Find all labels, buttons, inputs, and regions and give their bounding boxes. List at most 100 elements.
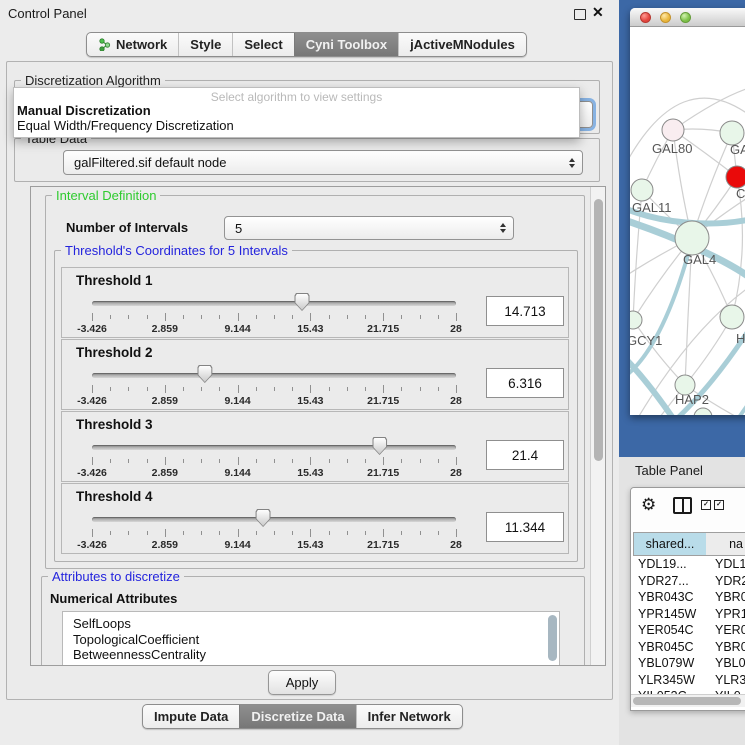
horizontal-scrollbar-thumb[interactable]	[633, 697, 741, 705]
network-canvas[interactable]: GAL80GACGAL11GAL4GCY1HHAP2	[630, 27, 745, 415]
network-node[interactable]	[694, 408, 712, 415]
list-item[interactable]: SelfLoops	[63, 612, 559, 632]
table-row[interactable]: YPR145WYPR1	[631, 606, 745, 623]
cell-shared-name: YBR043C	[631, 589, 711, 606]
close-traffic-light-icon[interactable]	[640, 12, 651, 23]
tab-impute-data[interactable]: Impute Data	[143, 705, 239, 728]
minimize-traffic-light-icon[interactable]	[660, 12, 671, 23]
number-of-intervals-combobox[interactable]: 5	[224, 216, 514, 240]
table-row[interactable]: YBL079WYBL0	[631, 655, 745, 672]
table-row[interactable]: YER054CYER0	[631, 622, 745, 639]
slider-tick-label: 9.144	[224, 467, 250, 479]
tab-infer-network[interactable]: Infer Network	[356, 705, 462, 728]
tab-discretize-data[interactable]: Discretize Data	[239, 705, 355, 728]
group-title: Threshold's Coordinates for 5 Intervals	[61, 243, 292, 258]
numerical-attributes-label: Numerical Attributes	[50, 591, 177, 606]
tab-select[interactable]: Select	[232, 33, 293, 56]
threshold-slider[interactable]: -3.4262.8599.14415.4321.71528	[92, 436, 456, 482]
tab-jactivemnodules[interactable]: jActiveMNodules	[398, 33, 526, 56]
gear-icon[interactable]: ⚙	[641, 496, 656, 514]
checkbox-icon[interactable]: ✓	[714, 500, 724, 510]
threshold-value-input[interactable]: 21.4	[486, 440, 564, 470]
column-header-shared-name[interactable]: shared...	[633, 532, 707, 556]
slider-thumb[interactable]	[295, 293, 310, 311]
table-row[interactable]: YBR045CYBR0	[631, 639, 745, 656]
numerical-attributes-list[interactable]: SelfLoopsTopologicalCoefficientBetweenne…	[62, 611, 560, 666]
table-row[interactable]: YLR345WYLR3	[631, 672, 745, 689]
network-window-titlebar[interactable]	[630, 8, 745, 27]
network-node-label: GCY1	[630, 333, 662, 348]
list-scrollbar[interactable]	[548, 615, 557, 661]
cell-shared-name: YBL079W	[631, 655, 711, 672]
cell-name: YDR2	[711, 573, 745, 590]
dropdown-option[interactable]: Equal Width/Frequency Discretization	[17, 118, 576, 133]
network-node[interactable]	[675, 221, 709, 255]
cell-name: YLR3	[711, 672, 745, 689]
table-toolbar: ⚙ ✓ ✓	[631, 488, 745, 530]
slider-thumb[interactable]	[197, 365, 212, 383]
dropdown-option[interactable]: Manual Discretization	[17, 103, 576, 118]
list-item[interactable]: TopologicalCoefficient	[63, 632, 559, 648]
horizontal-scrollbar[interactable]	[631, 694, 745, 707]
cell-shared-name: YDR27...	[631, 573, 711, 590]
table-data-combobox[interactable]: galFiltered.sif default node	[63, 150, 583, 175]
settings-scroll-pane: Interval Definition Number of Intervals …	[30, 186, 606, 666]
number-of-intervals-label: Number of Intervals	[66, 220, 188, 235]
pane-scrollbar-thumb[interactable]	[594, 199, 603, 461]
table-row[interactable]: YDR27...YDR2	[631, 573, 745, 590]
tab-label: jActiveMNodules	[410, 37, 515, 52]
network-node-label: HAP2	[675, 392, 709, 407]
tab-label: Impute Data	[154, 709, 228, 724]
network-view-window: GAL80GACGAL11GAL4GCY1HHAP2	[630, 8, 745, 415]
table-data-group: Table Data galFiltered.sif default node	[14, 138, 600, 182]
app-root: Control Panel ✕ Network Style Select Cyni T…	[0, 0, 745, 745]
slider-track	[92, 373, 456, 378]
interval-definition-group: Interval Definition Number of Intervals …	[45, 195, 585, 569]
threshold-slider[interactable]: -3.4262.8599.14415.4321.71528	[92, 364, 456, 410]
zoom-traffic-light-icon[interactable]	[680, 12, 691, 23]
table-panel-title: Table Panel	[635, 463, 703, 478]
slider-tick-label: 15.43	[297, 539, 323, 551]
tab-network[interactable]: Network	[87, 33, 178, 56]
tab-label: Select	[244, 37, 282, 52]
group-title: Attributes to discretize	[48, 569, 184, 584]
float-window-icon[interactable]	[574, 9, 586, 20]
pane-scrollbar[interactable]	[590, 187, 606, 665]
threshold-slider[interactable]: -3.4262.8599.14415.4321.71528	[92, 292, 456, 338]
slider-tick-label: 2.859	[152, 467, 178, 479]
column-header-name[interactable]: na	[706, 532, 745, 556]
tab-cyni-toolbox[interactable]: Cyni Toolbox	[294, 33, 398, 56]
network-node[interactable]	[726, 166, 745, 188]
slider-tick-label: 21.715	[367, 539, 399, 551]
slider-tick-label: 9.144	[224, 323, 250, 335]
network-node[interactable]	[720, 305, 744, 329]
network-node[interactable]	[630, 311, 642, 329]
threshold-value-input[interactable]: 11.344	[486, 512, 564, 542]
threshold-value-input[interactable]: 14.713	[486, 296, 564, 326]
slider-thumb[interactable]	[256, 509, 271, 527]
cell-shared-name: YBR045C	[631, 639, 711, 656]
network-node[interactable]	[631, 179, 653, 201]
columns-icon[interactable]	[673, 497, 692, 514]
select-columns-icons[interactable]: ✓ ✓	[701, 500, 724, 510]
slider-tick-label: 21.715	[367, 323, 399, 335]
tab-style[interactable]: Style	[178, 33, 232, 56]
tab-label: Network	[116, 37, 167, 52]
cell-name: YPR1	[711, 606, 745, 623]
table-row[interactable]: YBR043CYBR0	[631, 589, 745, 606]
apply-button[interactable]: Apply	[268, 670, 336, 695]
slider-track	[92, 517, 456, 522]
close-icon[interactable]: ✕	[592, 4, 604, 21]
checkbox-icon[interactable]: ✓	[701, 500, 711, 510]
network-node-label: H	[736, 331, 745, 346]
threshold-slider[interactable]: -3.4262.8599.14415.4321.71528	[92, 508, 456, 554]
cell-name: YBR0	[711, 639, 745, 656]
table-row[interactable]: YDL19...YDL1	[631, 556, 745, 573]
panel-title: Control Panel	[8, 6, 87, 21]
slider-thumb[interactable]	[372, 437, 387, 455]
network-node[interactable]	[662, 119, 684, 141]
list-item[interactable]: BetweennessCentrality	[63, 647, 559, 663]
slider-tick-label: 9.144	[224, 539, 250, 551]
slider-tick-label: 28	[450, 539, 462, 551]
threshold-value-input[interactable]: 6.316	[486, 368, 564, 398]
